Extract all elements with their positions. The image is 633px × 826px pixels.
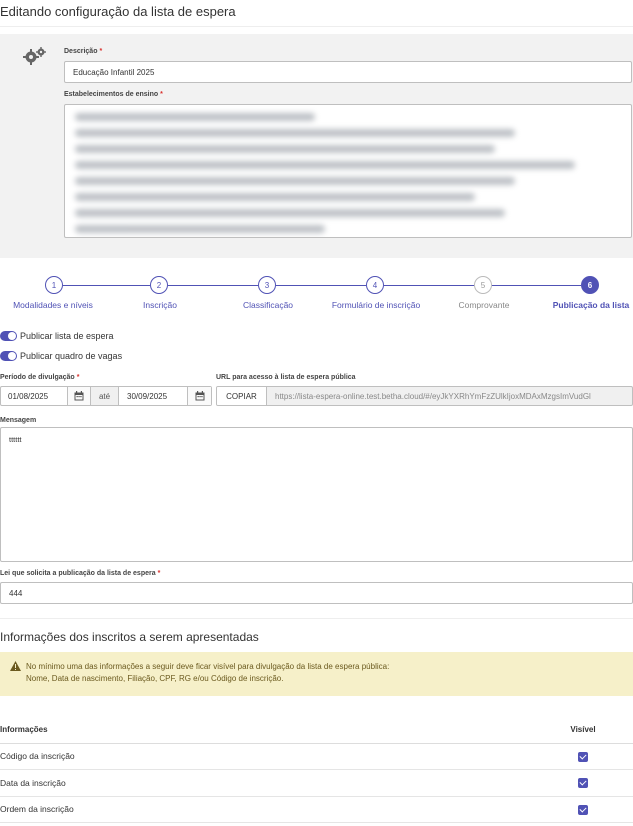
step-connector [276,285,366,286]
step-2-circle[interactable]: 2 [150,276,168,294]
calendar-icon[interactable] [67,387,91,405]
url-input[interactable]: https://lista-espera-online.test.betha.c… [267,387,591,405]
periodo-label: Período de divulgação * [0,374,80,381]
step-connector [384,285,474,286]
table-row: Ordem da inscrição [0,796,633,823]
toggle-label: Publicar quadro de vagas [20,351,123,361]
wizard-stepper: 1 2 3 4 5 6 Modalidades e níveis Inscriç… [0,270,633,320]
step-4-label[interactable]: Formulário de inscrição [332,300,420,310]
descricao-label: Descrição * [64,48,103,55]
info-section-title: Informações dos inscritos a serem aprese… [0,630,259,644]
table-row: Código da inscrição [0,743,633,770]
step-1-label[interactable]: Modalidades e níveis [13,300,93,310]
step-connector [168,285,258,286]
step-3-circle[interactable]: 3 [258,276,276,294]
step-6-circle[interactable]: 6 [581,276,599,294]
step-5-label[interactable]: Comprovante [458,300,509,310]
visible-cell [533,796,633,823]
copy-button[interactable]: COPIAR [217,387,267,405]
periodo-date-range: 01/08/2025 até 30/09/2025 [0,386,212,406]
lei-label: Lei que solicita a publicação da lista d… [0,570,161,577]
step-3-label[interactable]: Classificação [243,300,293,310]
lei-input[interactable]: 444 [0,582,633,604]
toggle-label: Publicar lista de espera [20,331,114,341]
config-panel: Descrição * Educação Infantil 2025 Estabe… [0,34,633,258]
ate-label: até [91,387,119,405]
warning-alert: No mínimo uma das informações a seguir d… [0,652,633,696]
warning-text-line2: Nome, Data de nascimento, Filiação, CPF,… [26,674,284,683]
row-label: Data da inscrição [0,769,533,797]
toggle-switch[interactable] [0,331,17,341]
mensagem-textarea[interactable]: tttttt [0,427,633,562]
divider [0,26,633,27]
data-fim-input[interactable]: 30/09/2025 [119,387,187,405]
page-title: Editando configuração da lista de espera [0,4,236,19]
checkbox-checked-icon[interactable] [578,804,588,815]
checkbox-checked-icon[interactable] [578,751,588,762]
step-1-circle[interactable]: 1 [45,276,63,294]
toggle-switch[interactable] [0,351,17,361]
info-table: Informações Visível Código da inscrição … [0,717,633,823]
data-inicio-input[interactable]: 01/08/2025 [1,387,67,405]
table-row: Data da inscrição [0,769,633,797]
step-connector [492,285,581,286]
row-label: Código da inscrição [0,743,533,770]
step-2-label[interactable]: Inscrição [143,300,177,310]
step-connector [63,285,150,286]
estabelecimentos-label: Estabelecimentos de ensino * [64,91,163,98]
step-6-label[interactable]: Publicação da lista [553,300,630,310]
visible-cell [533,743,633,770]
mensagem-label: Mensagem [0,417,37,424]
descricao-input[interactable]: Educação Infantil 2025 [64,61,632,83]
calendar-icon[interactable] [187,387,211,405]
checkbox-checked-icon[interactable] [578,778,588,789]
table-header-row: Informações Visível [0,717,633,744]
gears-icon [23,47,46,65]
warning-text-line1: No mínimo uma das informações a seguir d… [26,662,390,671]
step-5-circle[interactable]: 5 [474,276,492,294]
visible-cell [533,769,633,797]
toggle-publicar-lista[interactable]: Publicar lista de espera [0,331,114,341]
col-header-informacoes: Informações [0,717,533,744]
toggle-publicar-quadro[interactable]: Publicar quadro de vagas [0,351,122,361]
url-group: COPIAR https://lista-espera-online.test.… [216,386,633,406]
warning-icon [10,661,21,671]
divider [0,618,633,619]
col-header-visivel: Visível [533,717,633,744]
url-label: URL para acesso à lista de espera públic… [216,374,356,381]
step-4-circle[interactable]: 4 [366,276,384,294]
estabelecimentos-field[interactable] [64,104,632,238]
row-label: Ordem da inscrição [0,796,533,823]
